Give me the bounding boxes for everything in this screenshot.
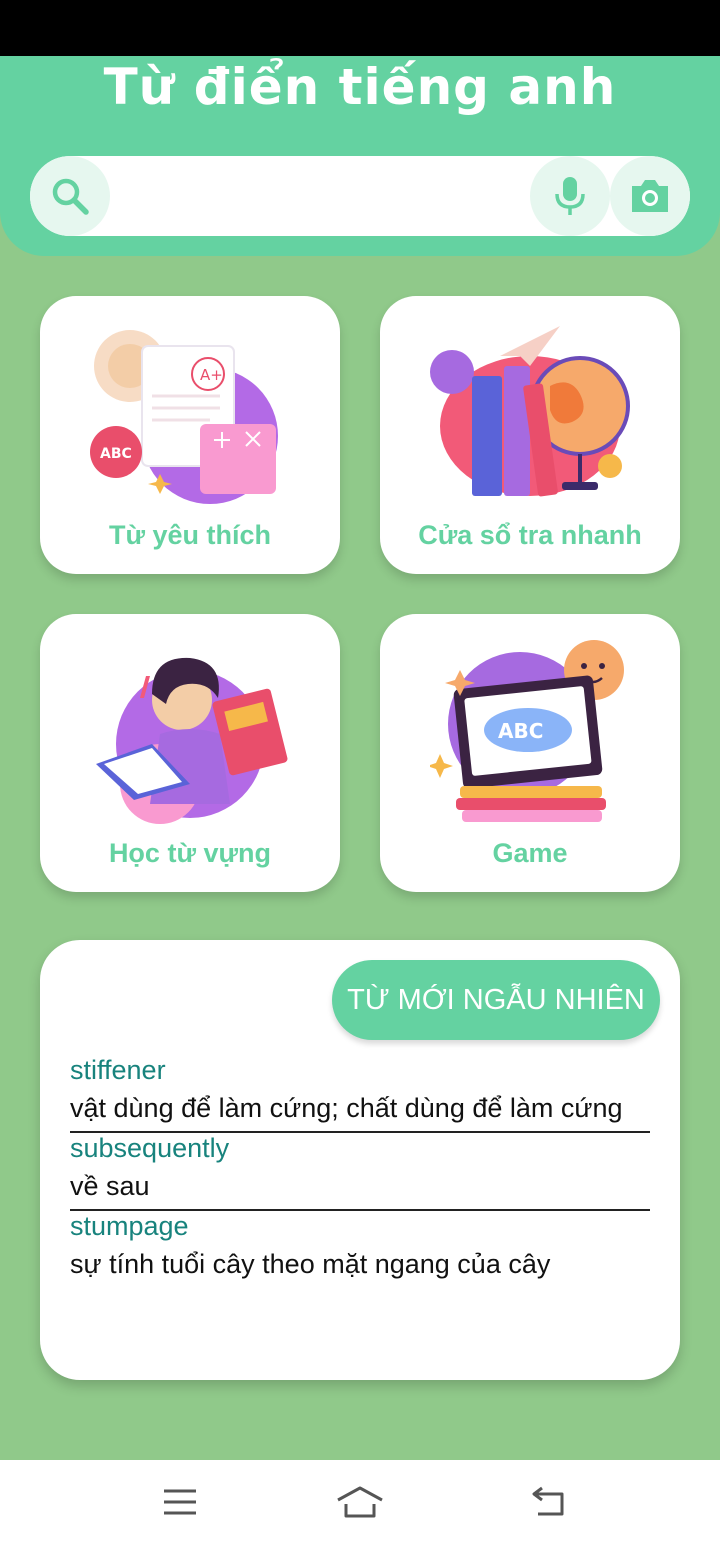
books-globe-illustration-icon xyxy=(430,326,630,497)
game-card[interactable]: ABC Game xyxy=(380,614,680,892)
search-button[interactable] xyxy=(30,156,110,236)
learn-vocabulary-card[interactable]: Học từ vựng xyxy=(40,614,340,892)
list-item[interactable]: stumpage sự tính tuổi cây theo mặt ngang… xyxy=(70,1211,650,1289)
random-words-panel: TỪ MỚI NGẪU NHIÊN stiffener vật dùng để … xyxy=(40,940,680,1380)
header: Từ điển tiếng anh xyxy=(0,56,720,256)
word-term: subsequently xyxy=(70,1133,230,1163)
list-item[interactable]: stiffener vật dùng để làm cứng; chất dùn… xyxy=(70,1055,650,1133)
word-term: stiffener xyxy=(70,1055,166,1085)
menu-icon xyxy=(164,1489,196,1515)
study-illustration-icon: A+ ABC xyxy=(90,330,278,504)
home-icon xyxy=(337,1486,383,1518)
laptop-game-illustration-icon: ABC xyxy=(430,640,624,822)
reading-person-illustration-icon xyxy=(96,657,288,824)
random-new-word-button[interactable]: TỪ MỚI NGẪU NHIÊN xyxy=(332,960,660,1040)
camera-search-button[interactable] xyxy=(610,156,690,236)
learn-vocabulary-label: Học từ vựng xyxy=(108,838,272,868)
svg-text:ABC: ABC xyxy=(100,446,132,462)
svg-text:A+: A+ xyxy=(200,366,223,384)
microphone-icon xyxy=(555,177,585,215)
back-icon xyxy=(532,1486,564,1516)
quick-lookup-card[interactable]: Cửa sổ tra nhanh xyxy=(380,296,680,574)
word-meaning: vật dùng để làm cứng; chất dùng để làm c… xyxy=(70,1093,623,1123)
word-term: stumpage xyxy=(70,1211,189,1241)
svg-text:ABC: ABC xyxy=(498,719,543,743)
camera-icon xyxy=(632,180,668,212)
app-title: Từ điển tiếng anh xyxy=(103,58,617,116)
home-button[interactable] xyxy=(330,1482,390,1522)
search-bar xyxy=(30,156,690,236)
favorites-card[interactable]: A+ ABC Từ yêu thích xyxy=(40,296,340,574)
back-button[interactable] xyxy=(518,1482,578,1522)
quick-lookup-label: Cửa sổ tra nhanh xyxy=(418,520,642,550)
system-navigation-bar xyxy=(0,1460,720,1544)
list-item[interactable]: subsequently về sau xyxy=(70,1133,650,1211)
search-input[interactable] xyxy=(120,166,540,226)
word-meaning: sự tính tuổi cây theo mặt ngang của cây xyxy=(70,1249,551,1279)
word-meaning: về sau xyxy=(70,1171,150,1201)
status-bar xyxy=(0,0,720,56)
favorites-label: Từ yêu thích xyxy=(108,520,272,550)
voice-search-button[interactable] xyxy=(530,156,610,236)
menu-button[interactable] xyxy=(150,1482,210,1522)
search-icon xyxy=(52,178,89,215)
game-label: Game xyxy=(492,838,568,868)
